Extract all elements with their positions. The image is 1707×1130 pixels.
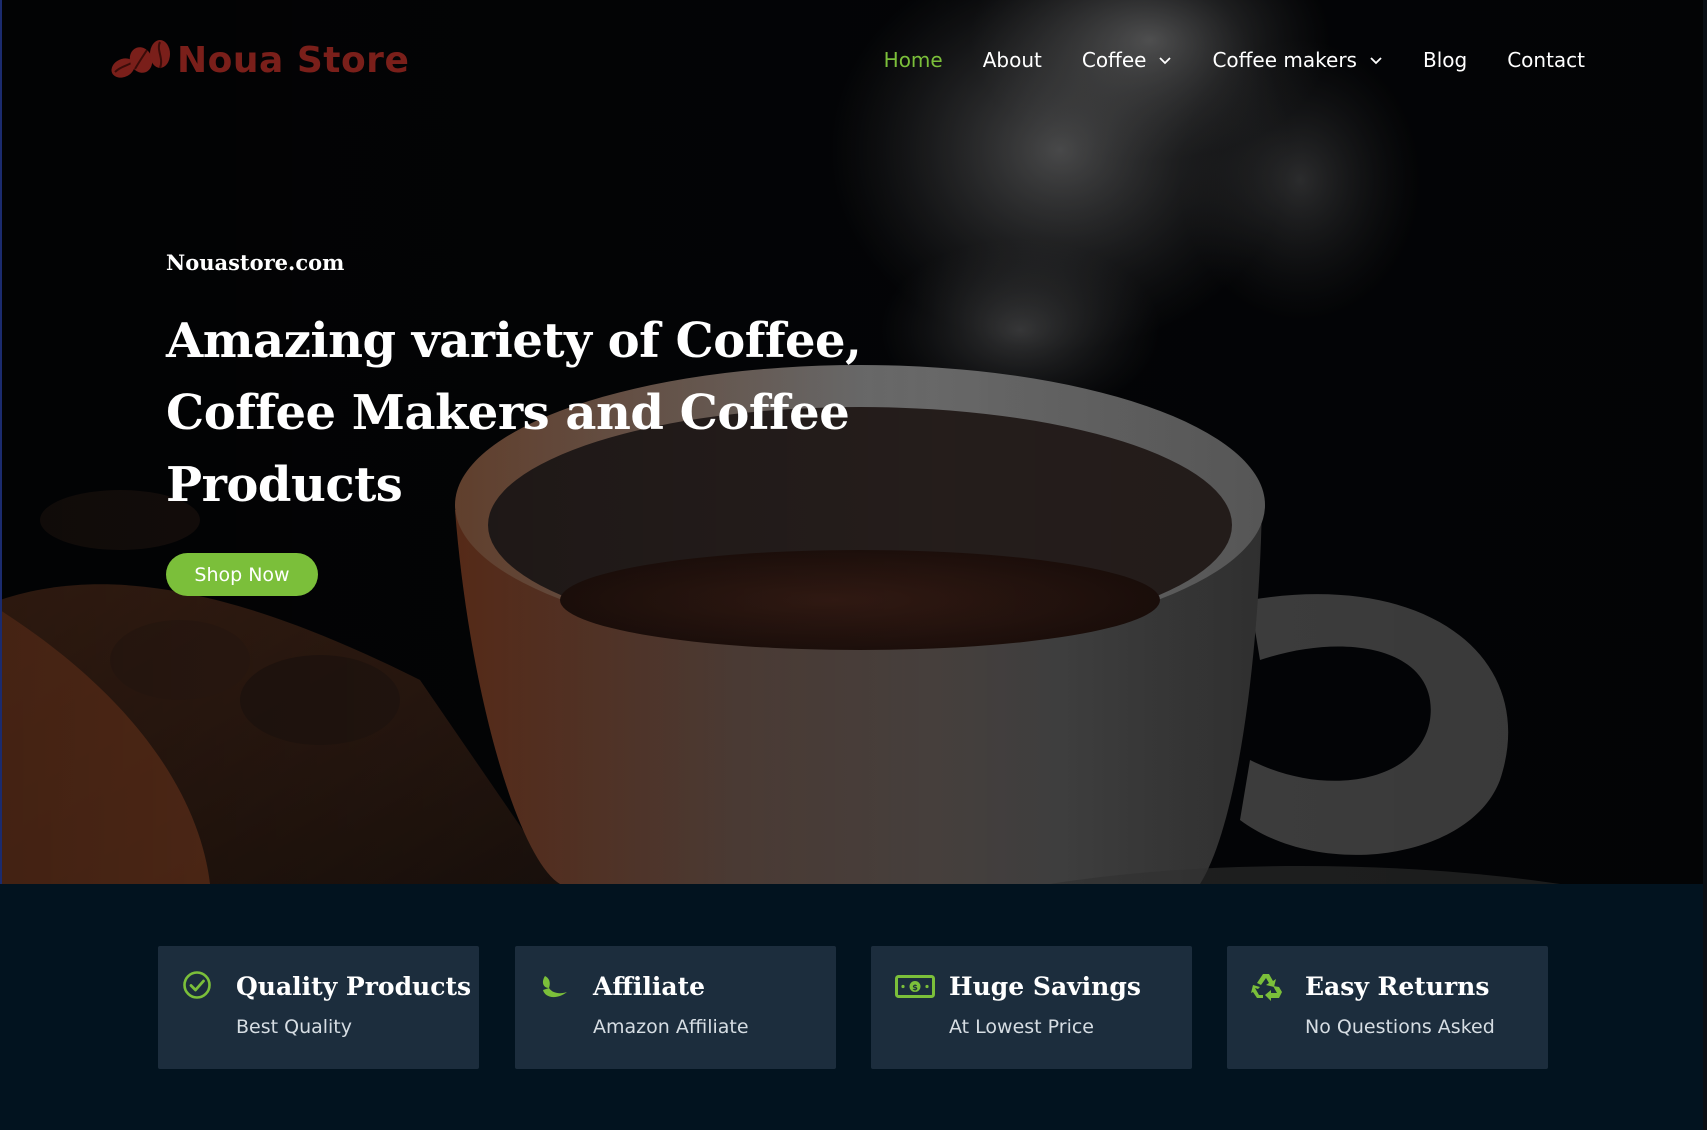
main-nav: Home About Coffee Coffee makers Blog Con… <box>844 44 1585 76</box>
feature-title: Quality Products <box>236 972 472 1001</box>
features-section: Quality Products Best Quality Affiliate … <box>0 884 1707 1130</box>
feature-title: Easy Returns <box>1305 972 1490 1001</box>
chevron-down-icon <box>1370 57 1382 65</box>
feature-title: Huge Savings <box>949 972 1141 1001</box>
coffee-beans-icon <box>111 40 170 78</box>
leaf-icon <box>542 976 567 998</box>
nav-item-label: About <box>982 48 1042 72</box>
headline-line: Amazing variety of Coffee, <box>166 313 862 369</box>
nav-item-about[interactable]: About <box>983 44 1042 76</box>
nav-item-label: Blog <box>1422 48 1468 72</box>
nav-item-coffee-makers[interactable]: Coffee makers <box>1212 44 1383 76</box>
logo[interactable]: Noua Store <box>107 38 409 82</box>
nav-item-coffee[interactable]: Coffee <box>1082 44 1173 76</box>
hero-headline: Amazing variety of Coffee, Coffee Makers… <box>166 305 866 521</box>
headline-line: Coffee Makers and Coffee <box>166 385 850 441</box>
feature-title: Affiliate <box>593 972 706 1001</box>
feature-card-returns: Easy Returns No Questions Asked <box>1227 946 1548 1069</box>
window-edge <box>1703 0 1707 1130</box>
hero-content: Nouastore.com Amazing variety of Coffee,… <box>166 250 866 596</box>
feature-card-quality: Quality Products Best Quality <box>158 946 479 1069</box>
nav-item-label: Contact <box>1507 48 1585 72</box>
site-url: Nouastore.com <box>166 250 345 275</box>
site-header: Noua Store Home About Coffee Coffee make… <box>0 0 1707 120</box>
money-bill-icon: $ <box>895 975 935 998</box>
nav-item-label: Coffee <box>1081 48 1147 72</box>
feature-subtitle: Amazon Affiliate <box>593 1016 749 1038</box>
recycle-icon <box>1251 974 1282 1001</box>
nav-item-label: Home <box>883 48 943 72</box>
headline-line: Products <box>166 457 403 513</box>
feature-subtitle: No Questions Asked <box>1305 1016 1495 1038</box>
chevron-down-icon <box>1159 57 1172 65</box>
logo-text: Noua Store <box>177 39 410 81</box>
nav-item-label: Coffee makers <box>1212 48 1357 72</box>
feature-card-savings: $ Huge Savings At Lowest Price <box>871 946 1192 1069</box>
feature-card-affiliate: Affiliate Amazon Affiliate <box>515 946 836 1069</box>
hero-section: Noua Store Home About Coffee Coffee make… <box>0 0 1707 884</box>
check-circle-icon <box>183 971 211 999</box>
nav-item-home[interactable]: Home <box>884 44 943 76</box>
left-edge-line <box>0 0 2 884</box>
svg-text:$: $ <box>912 983 918 992</box>
shop-now-button[interactable]: Shop Now <box>166 553 318 596</box>
feature-subtitle: Best Quality <box>236 1016 353 1038</box>
nav-item-blog[interactable]: Blog <box>1423 44 1467 76</box>
nav-item-contact[interactable]: Contact <box>1507 44 1585 76</box>
feature-subtitle: At Lowest Price <box>949 1016 1094 1038</box>
